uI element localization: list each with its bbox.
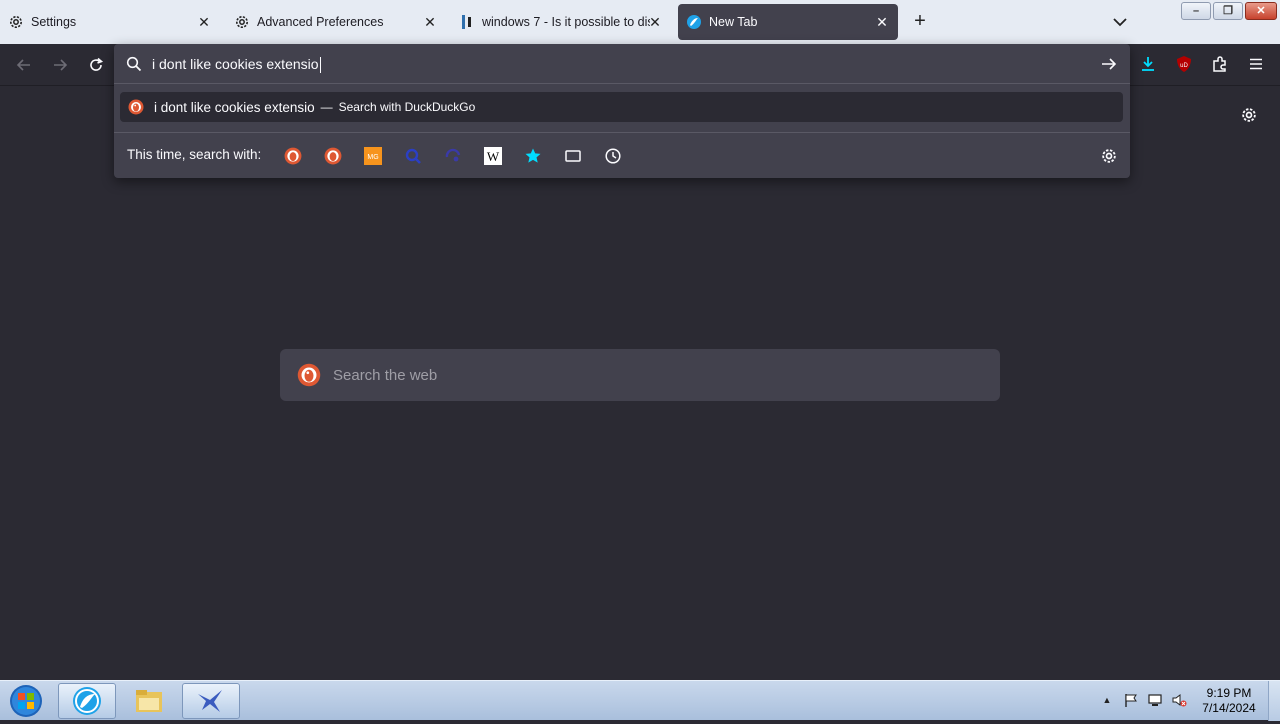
reload-icon bbox=[90, 57, 104, 71]
search-engine-dark-icon[interactable] bbox=[443, 146, 463, 166]
taskbar-app-bird[interactable] bbox=[182, 683, 240, 719]
newtab-settings-gear-icon[interactable] bbox=[1240, 106, 1258, 124]
go-button[interactable] bbox=[1100, 55, 1118, 73]
maximize-icon: ❐ bbox=[1223, 5, 1233, 17]
text-caret bbox=[319, 57, 321, 74]
taskbar-browser[interactable] bbox=[58, 683, 116, 719]
maximize-button[interactable]: ❐ bbox=[1213, 2, 1243, 20]
close-icon[interactable]: ✕ bbox=[874, 14, 890, 30]
close-icon[interactable]: ✕ bbox=[196, 14, 212, 30]
app-menu-button[interactable] bbox=[1246, 54, 1266, 74]
tab-superuser[interactable]: windows 7 - Is it possible to dis ✕ bbox=[459, 4, 667, 40]
taskbar-clock[interactable]: 9:19 PM 7/14/2024 bbox=[1196, 686, 1262, 716]
gear-icon bbox=[234, 14, 250, 30]
chevron-down-icon bbox=[1113, 18, 1127, 27]
search-with-label: This time, search with: bbox=[127, 147, 262, 162]
forward-button[interactable] bbox=[48, 54, 72, 76]
clock-date: 7/14/2024 bbox=[1202, 701, 1256, 715]
close-icon: ✕ bbox=[1256, 5, 1266, 17]
new-tab-button[interactable]: + bbox=[910, 11, 930, 32]
urlbar-input[interactable]: i dont like cookies extensio bbox=[152, 54, 321, 74]
downloads-button[interactable] bbox=[1138, 54, 1158, 74]
clock-time: 9:19 PM bbox=[1206, 686, 1252, 700]
network-icon[interactable] bbox=[1146, 691, 1164, 709]
ublock-icon: uD bbox=[1177, 56, 1191, 72]
web-search-box[interactable] bbox=[280, 349, 1000, 401]
close-window-button[interactable]: ✕ bbox=[1245, 2, 1277, 20]
suggestion-query: i dont like cookies extensio bbox=[154, 99, 315, 115]
bookmarks-icon[interactable] bbox=[523, 146, 543, 166]
ublock-origin-button[interactable]: uD bbox=[1174, 54, 1194, 74]
minimize-icon: – bbox=[1192, 5, 1200, 17]
duckduckgo-icon[interactable] bbox=[283, 146, 303, 166]
tab-label: Settings bbox=[31, 15, 77, 29]
urlbar-panel: i dont like cookies extensio i dont like… bbox=[114, 44, 1130, 178]
tab-strip: Settings ✕ Advanced Preferences ✕ window… bbox=[0, 0, 1280, 44]
firefox-icon bbox=[686, 14, 702, 30]
windows-taskbar: ▲ 9:19 PM 7/14/2024 bbox=[0, 680, 1280, 721]
arrow-right-icon bbox=[54, 59, 68, 71]
history-icon[interactable] bbox=[603, 146, 623, 166]
tab-label: windows 7 - Is it possible to dis bbox=[482, 15, 650, 29]
suggestion-separator: — bbox=[320, 100, 333, 114]
extensions-button[interactable] bbox=[1210, 54, 1230, 74]
back-button[interactable] bbox=[12, 54, 36, 76]
flag-icon[interactable] bbox=[1122, 691, 1140, 709]
volume-muted-icon[interactable] bbox=[1170, 691, 1188, 709]
duckduckgo-icon bbox=[128, 99, 144, 115]
superuser-icon bbox=[459, 14, 475, 30]
web-search-input[interactable] bbox=[333, 366, 933, 384]
search-shortcuts-row: This time, search with: MG W bbox=[114, 132, 1130, 176]
close-icon[interactable]: ✕ bbox=[647, 14, 663, 30]
tab-label: New Tab bbox=[709, 15, 758, 29]
taskbar-explorer[interactable] bbox=[120, 683, 178, 719]
svg-text:W: W bbox=[487, 149, 500, 164]
browser-icon bbox=[73, 687, 101, 715]
svg-text:MG: MG bbox=[367, 154, 378, 161]
bird-icon bbox=[198, 690, 222, 712]
close-icon[interactable]: ✕ bbox=[422, 14, 438, 30]
folder-icon bbox=[136, 690, 162, 712]
windows-orb-icon bbox=[10, 685, 42, 717]
tab-new-tab[interactable]: New Tab ✕ bbox=[678, 4, 898, 40]
puzzle-icon bbox=[1213, 56, 1226, 72]
search-settings-gear-icon[interactable] bbox=[1100, 147, 1118, 165]
suggestion-action: Search with DuckDuckGo bbox=[338, 100, 476, 114]
svg-text:uD: uD bbox=[1180, 63, 1188, 69]
mojeek-icon[interactable]: MG bbox=[363, 146, 383, 166]
tab-settings[interactable]: Settings ✕ bbox=[8, 4, 220, 40]
start-button[interactable] bbox=[6, 683, 46, 719]
gear-icon bbox=[8, 14, 24, 30]
urlbar-text: i dont like cookies extensio bbox=[152, 56, 319, 72]
search-suggestion-row[interactable]: i dont like cookies extensio — Search wi… bbox=[120, 92, 1123, 122]
urlbar[interactable]: i dont like cookies extensio bbox=[114, 44, 1130, 84]
arrow-left-icon bbox=[16, 59, 30, 71]
search-engine-blue-icon[interactable] bbox=[403, 146, 423, 166]
tray-expand-button[interactable]: ▲ bbox=[1098, 691, 1116, 709]
search-icon bbox=[126, 56, 142, 72]
reload-button[interactable] bbox=[84, 54, 108, 76]
show-desktop-button[interactable] bbox=[1268, 681, 1280, 721]
duckduckgo-alt-icon[interactable] bbox=[323, 146, 343, 166]
wikipedia-icon[interactable]: W bbox=[483, 146, 503, 166]
tab-advanced-preferences[interactable]: Advanced Preferences ✕ bbox=[234, 4, 446, 40]
minimize-button[interactable]: – bbox=[1181, 2, 1211, 20]
tab-label: Advanced Preferences bbox=[257, 15, 384, 29]
duckduckgo-icon bbox=[297, 363, 321, 387]
hamburger-icon bbox=[1250, 58, 1262, 70]
download-icon bbox=[1142, 57, 1154, 71]
list-all-tabs-button[interactable] bbox=[1110, 12, 1130, 32]
arrow-right-icon bbox=[1102, 58, 1117, 70]
tabs-icon[interactable] bbox=[563, 146, 583, 166]
